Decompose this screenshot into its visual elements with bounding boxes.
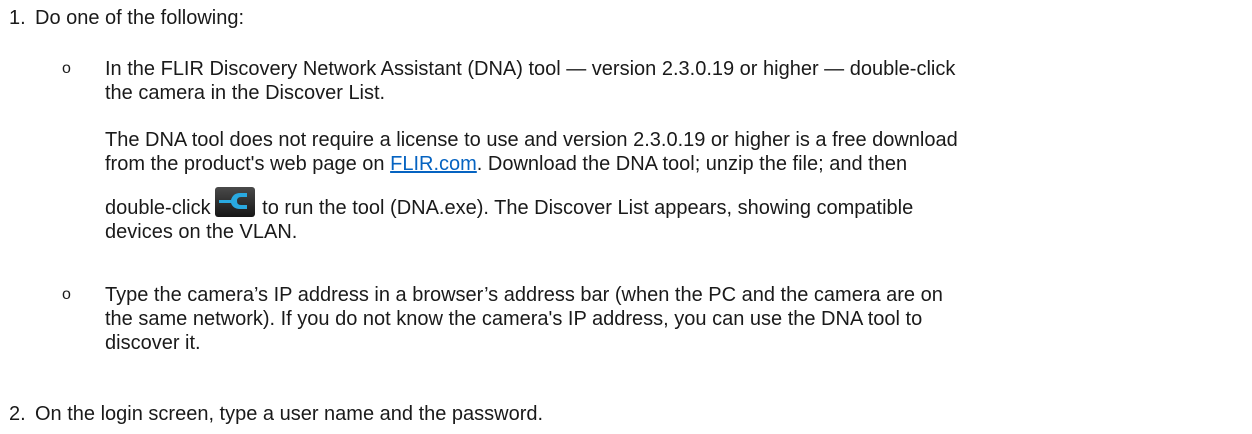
bullet-marker: o: [62, 60, 71, 77]
instruction-document: 1. Do one of the following: o In the FLI…: [0, 0, 1252, 434]
text-line: the camera in the Discover List.: [105, 82, 386, 104]
bullet-marker: o: [62, 286, 71, 303]
flir-com-link[interactable]: FLIR.com: [390, 153, 477, 175]
option-text: Type the camera’s IP address in a browse…: [105, 283, 1235, 355]
note-text: The DNA tool does not require a license …: [105, 128, 1235, 244]
text-line: devices on the VLAN.: [105, 221, 298, 243]
step-number: 2.: [9, 403, 26, 425]
text-line: the same network). If you do not know th…: [105, 308, 923, 330]
option-text: In the FLIR Discovery Network Assistant …: [105, 57, 1235, 105]
text-line: The DNA tool does not require a license …: [105, 129, 958, 151]
step-text: Do one of the following:: [35, 7, 245, 29]
text-line: from the product's web page on FLIR.com.…: [105, 153, 908, 175]
step-number: 1.: [9, 7, 26, 29]
text-line: double-click to run the tool (DNA.exe). …: [105, 187, 1235, 220]
text-line: In the FLIR Discovery Network Assistant …: [105, 58, 956, 80]
dna-tool-wrench-icon: [214, 187, 255, 217]
text-line: Type the camera’s IP address in a browse…: [105, 284, 943, 306]
text-line: discover it.: [105, 332, 201, 354]
step-text: On the login screen, type a user name an…: [35, 403, 544, 425]
